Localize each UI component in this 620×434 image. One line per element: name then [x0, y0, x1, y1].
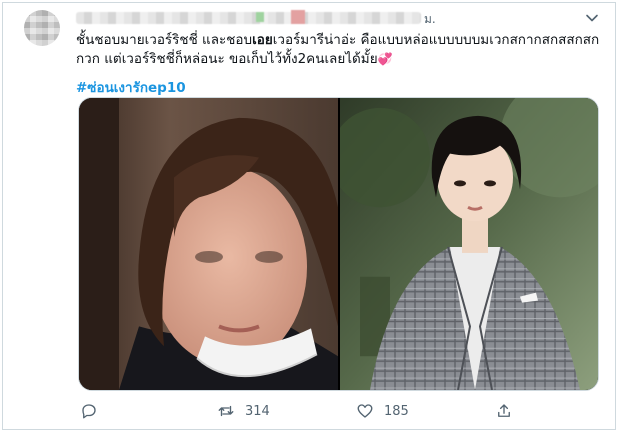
- tweet-text: ชั้นชอบมายเวอร์ริชชี่ และชอบเอยเวอร์มารี…: [76, 31, 600, 69]
- chevron-down-icon[interactable]: [584, 10, 600, 26]
- hashtag-link[interactable]: #ซ่อนเงารักep10: [76, 76, 186, 98]
- like-button[interactable]: 185: [356, 396, 409, 426]
- retweet-count: 314: [245, 403, 270, 419]
- photo-left[interactable]: [79, 98, 338, 390]
- retweet-button[interactable]: 314: [217, 396, 270, 426]
- tweet-text-line-2: กวก แต่เวอร์ริชชี่ก็หล่อนะ ขอเก็บไว้ทั้ง…: [76, 50, 596, 69]
- heart-emoji: 💞: [377, 52, 393, 66]
- media-grid: [78, 97, 599, 391]
- heart-icon: [357, 404, 373, 418]
- reply-button[interactable]: [80, 396, 108, 426]
- share-button[interactable]: [495, 396, 513, 426]
- tweet-date[interactable]: ม.: [424, 10, 436, 29]
- tweet-actions: 314 185: [0, 396, 620, 426]
- author-name-redacted[interactable]: [76, 10, 421, 24]
- tweet-text-segment: กวก แต่เวอร์ริชชี่ก็หล่อนะ ขอเก็บไว้ทั้ง…: [76, 51, 378, 67]
- tweet-text-bold: เอย: [252, 32, 273, 48]
- reply-icon: [82, 404, 96, 419]
- tweet-text-segment: เวอร์มารีน่าอ่ะ คือแบบหล่อแบบบบบมเวกสกาก…: [272, 32, 600, 48]
- retweet-icon: [218, 405, 234, 417]
- tweet-text-line-1: ชั้นชอบมายเวอร์ริชชี่ และชอบเอยเวอร์มารี…: [76, 31, 600, 50]
- redacted-emoji: [291, 10, 305, 24]
- tweet-text-segment: ชั้นชอบมายเวอร์ริชชี่ และชอบ: [76, 32, 253, 48]
- like-count: 185: [384, 403, 409, 419]
- redacted-emoji: [256, 12, 264, 22]
- avatar[interactable]: [24, 10, 60, 46]
- photo-right[interactable]: [340, 98, 598, 390]
- share-icon: [498, 404, 510, 417]
